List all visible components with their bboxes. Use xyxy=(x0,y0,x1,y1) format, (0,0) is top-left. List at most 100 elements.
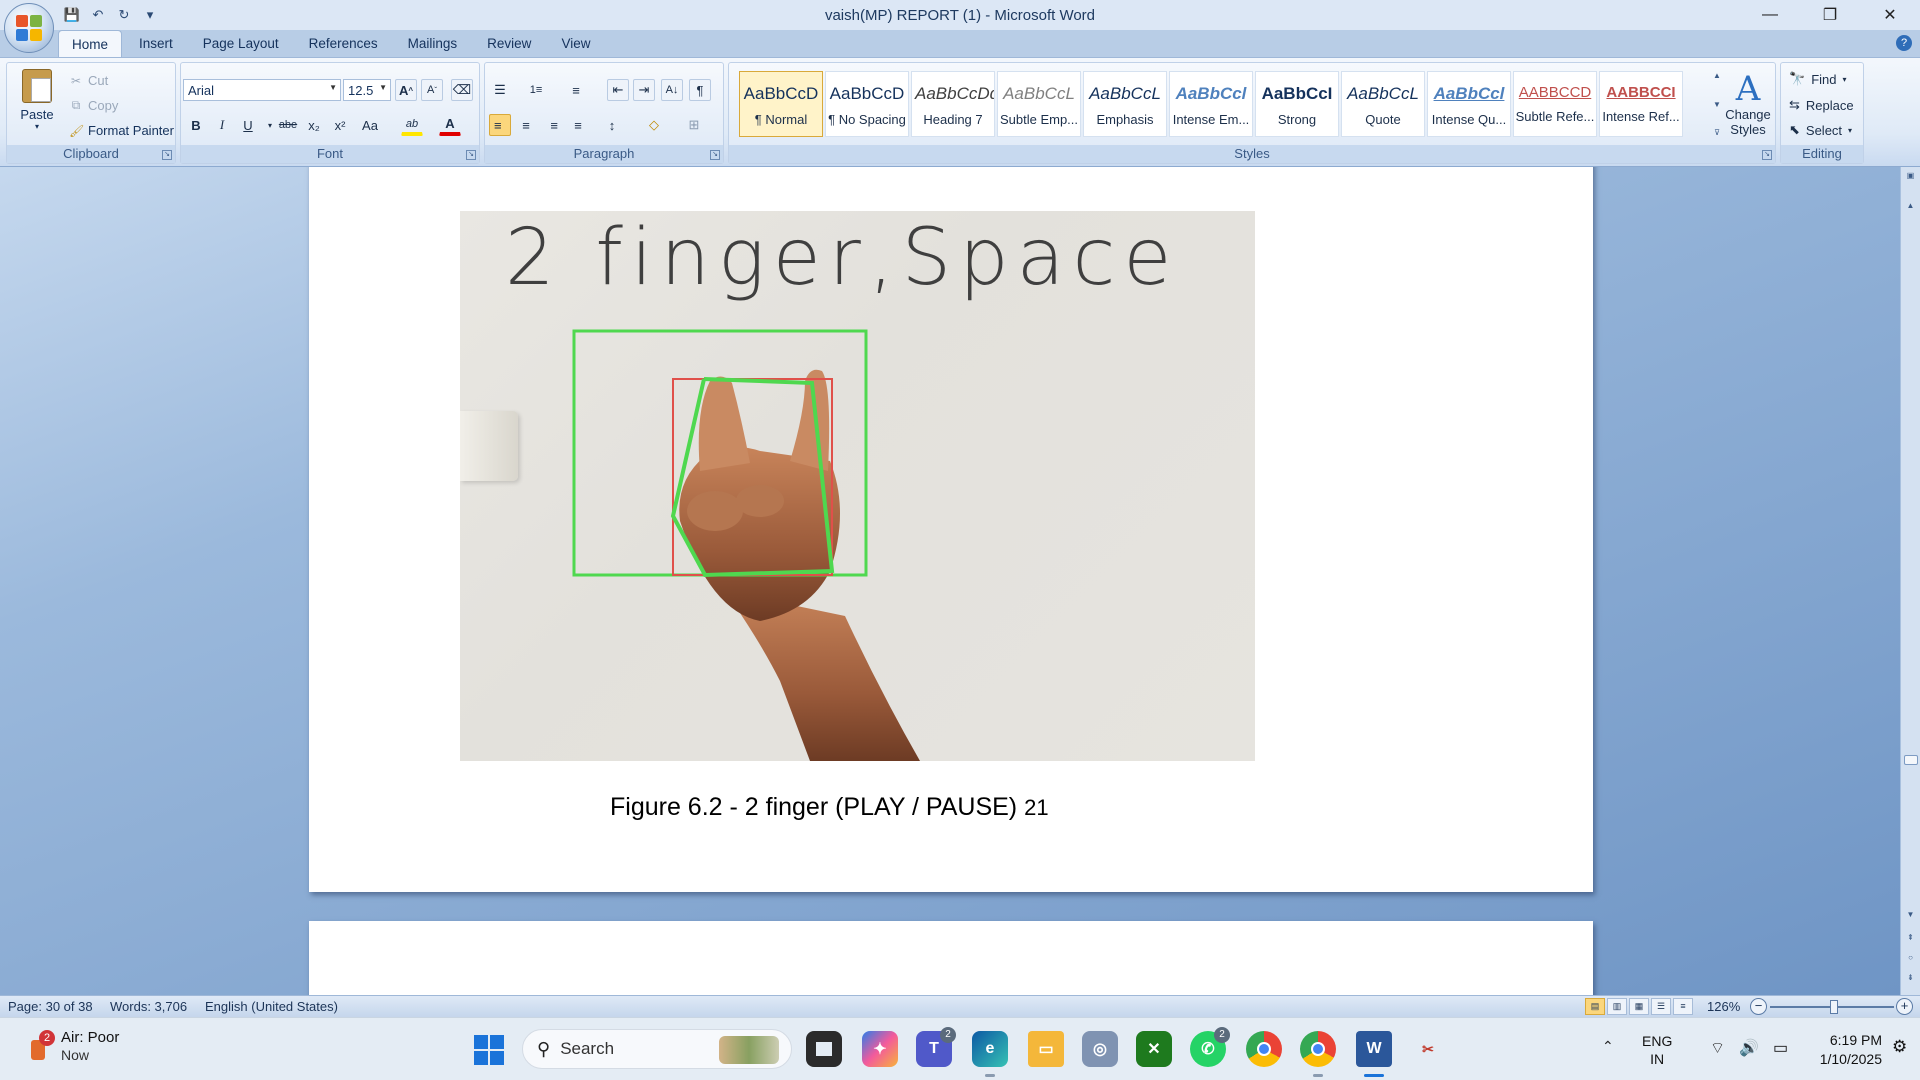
style-normal[interactable]: AaBbCcD ¶ Normal xyxy=(739,71,823,137)
file-explorer-icon[interactable]: ▭ xyxy=(1028,1031,1064,1067)
style-intense-emphasis[interactable]: AaBbCcl Intense Em... xyxy=(1169,71,1253,137)
zoom-out-icon[interactable]: − xyxy=(1750,998,1767,1015)
line-spacing-button[interactable]: ↕ xyxy=(601,114,623,136)
style-strong[interactable]: AaBbCcI Strong xyxy=(1255,71,1339,137)
language-indicator[interactable]: English (United States) xyxy=(205,999,338,1014)
tab-insert[interactable]: Insert xyxy=(126,30,186,58)
style-quote[interactable]: AaBbCcL Quote xyxy=(1341,71,1425,137)
style-emphasis[interactable]: AaBbCcL Emphasis xyxy=(1083,71,1167,137)
more-icon[interactable]: ⊽ xyxy=(1714,128,1720,137)
full-screen-reading-icon[interactable]: ▥ xyxy=(1607,998,1627,1015)
tab-review[interactable]: Review xyxy=(474,30,544,58)
page-count[interactable]: Page: 30 of 38 xyxy=(8,999,93,1014)
tab-view[interactable]: View xyxy=(548,30,603,58)
format-painter-button[interactable]: 🖌 Format Painter xyxy=(69,123,174,138)
copy-button[interactable]: ⧉ Copy xyxy=(69,98,119,113)
teams-icon[interactable]: T2 xyxy=(916,1027,956,1067)
find-button[interactable]: 🔭 Find ▾ xyxy=(1789,71,1847,87)
style-intense-quote[interactable]: AaBbCcl Intense Qu... xyxy=(1427,71,1511,137)
bold-button[interactable]: B xyxy=(185,114,207,136)
weather-widget[interactable]: 2 Air: Poor Now xyxy=(25,1028,119,1063)
copilot-icon[interactable]: ✦ xyxy=(862,1031,898,1067)
scroll-down-icon[interactable]: ▼ xyxy=(1901,910,1920,924)
close-button[interactable]: ✕ xyxy=(1860,0,1920,30)
document-area[interactable]: 2 finger,Space Figure 6.2 - 2 finger (PL… xyxy=(0,167,1900,995)
underline-button[interactable]: U xyxy=(237,114,259,136)
replace-button[interactable]: ⇆ Replace xyxy=(1789,97,1854,113)
shrink-font-button[interactable]: Aˇ xyxy=(421,79,443,101)
paragraph-launcher-icon[interactable]: ↘ xyxy=(710,150,720,160)
scrollbar-thumb[interactable] xyxy=(1904,755,1918,765)
notification-icon[interactable]: ⚙ xyxy=(1892,1037,1907,1057)
vertical-scrollbar[interactable]: ▣ ▲ ▼ ⇞ ○ ⇟ xyxy=(1900,167,1920,995)
multilevel-list-button[interactable]: ≡ xyxy=(565,79,587,101)
font-launcher-icon[interactable]: ↘ xyxy=(466,150,476,160)
whatsapp-icon[interactable]: ✆ 2 xyxy=(1190,1027,1230,1067)
next-page[interactable] xyxy=(309,921,1593,995)
taskbar-search[interactable]: ⚲ Search xyxy=(522,1029,792,1069)
superscript-button[interactable]: x² xyxy=(329,114,351,136)
tray-icons[interactable]: ⌔ 🔊 ▭ xyxy=(1710,1038,1788,1058)
restore-button[interactable]: ❐ xyxy=(1800,0,1860,30)
draft-icon[interactable]: ≡ xyxy=(1673,998,1693,1015)
paste-button[interactable]: Paste ▾ xyxy=(13,67,61,145)
font-name-combo[interactable]: Arial ▼ xyxy=(183,79,341,101)
minimize-button[interactable]: — xyxy=(1740,0,1800,30)
sort-button[interactable]: A↓ xyxy=(661,79,683,101)
clear-formatting-button[interactable]: ⌫ xyxy=(451,79,473,101)
font-color-button[interactable]: A xyxy=(439,114,461,136)
shading-button[interactable]: ◇ xyxy=(643,114,665,136)
style-heading-7[interactable]: AaBbCcDd Heading 7 xyxy=(911,71,995,137)
style-no-spacing[interactable]: AaBbCcD ¶ No Spacing xyxy=(825,71,909,137)
chevron-up-icon[interactable]: ▲ xyxy=(1713,71,1721,80)
chevron-down-icon[interactable]: ▼ xyxy=(1713,100,1721,109)
tab-home[interactable]: Home xyxy=(58,30,123,58)
cut-button[interactable]: ✂ Cut xyxy=(69,73,108,88)
clipboard-launcher-icon[interactable]: ↘ xyxy=(162,150,172,160)
snipping-tool-icon[interactable]: ✂ xyxy=(1410,1031,1446,1067)
help-icon[interactable]: ? xyxy=(1896,35,1912,51)
numbering-button[interactable]: 1≡ xyxy=(525,79,547,101)
center-button[interactable]: ≡ xyxy=(515,114,537,136)
tab-references[interactable]: References xyxy=(296,30,391,58)
start-button[interactable] xyxy=(474,1035,504,1065)
styles-launcher-icon[interactable]: ↘ xyxy=(1762,150,1772,160)
chevron-up-icon[interactable]: ⌃ xyxy=(1602,1038,1614,1055)
strikethrough-button[interactable]: abe xyxy=(277,114,299,136)
scroll-up-icon[interactable]: ▲ xyxy=(1901,201,1920,215)
justify-button[interactable]: ≡ xyxy=(567,114,589,136)
print-layout-icon[interactable]: ▤ xyxy=(1585,998,1605,1015)
subscript-button[interactable]: x₂ xyxy=(303,114,325,136)
tab-page-layout[interactable]: Page Layout xyxy=(190,30,292,58)
change-case-button[interactable]: Aa xyxy=(359,114,381,136)
style-subtle-emphasis[interactable]: AaBbCcL Subtle Emp... xyxy=(997,71,1081,137)
chrome-profile-icon[interactable] xyxy=(1300,1031,1336,1077)
select-button[interactable]: ⬉ Select ▾ xyxy=(1789,122,1852,138)
decrease-indent-button[interactable]: ⇤ xyxy=(607,79,629,101)
borders-button[interactable]: ⊞ xyxy=(683,114,705,136)
next-page-icon[interactable]: ⇟ xyxy=(1901,973,1920,987)
align-right-button[interactable]: ≡ xyxy=(541,114,563,136)
zoom-slider-thumb[interactable] xyxy=(1830,1000,1838,1014)
show-marks-button[interactable]: ¶ xyxy=(689,79,711,101)
edge-icon[interactable]: e xyxy=(972,1031,1008,1077)
highlight-button[interactable]: ab xyxy=(401,114,423,136)
ruler-toggle-icon[interactable]: ▣ xyxy=(1901,171,1920,185)
clock[interactable]: 6:19 PM 1/10/2025 xyxy=(1802,1031,1882,1069)
zoom-level[interactable]: 126% xyxy=(1707,999,1740,1014)
document-page[interactable]: 2 finger,Space Figure 6.2 - 2 finger (PL… xyxy=(309,167,1593,892)
style-subtle-reference[interactable]: AABBCCD Subtle Refe... xyxy=(1513,71,1597,137)
battery-icon[interactable]: ▭ xyxy=(1773,1038,1788,1058)
task-view-icon[interactable] xyxy=(806,1031,842,1067)
web-layout-icon[interactable]: ▦ xyxy=(1629,998,1649,1015)
browse-object-icon[interactable]: ○ xyxy=(1901,953,1920,967)
outline-icon[interactable]: ☰ xyxy=(1651,998,1671,1015)
word-icon[interactable]: W xyxy=(1356,1031,1392,1077)
chrome-icon[interactable] xyxy=(1246,1031,1282,1067)
bullets-button[interactable]: ☰ xyxy=(489,79,511,101)
increase-indent-button[interactable]: ⇥ xyxy=(633,79,655,101)
font-size-combo[interactable]: 12.5 ▼ xyxy=(343,79,391,101)
app-icon[interactable]: ◎ xyxy=(1082,1031,1118,1067)
grow-font-button[interactable]: A ^ xyxy=(395,79,417,101)
change-styles-button[interactable]: A Change Styles xyxy=(1723,71,1773,137)
